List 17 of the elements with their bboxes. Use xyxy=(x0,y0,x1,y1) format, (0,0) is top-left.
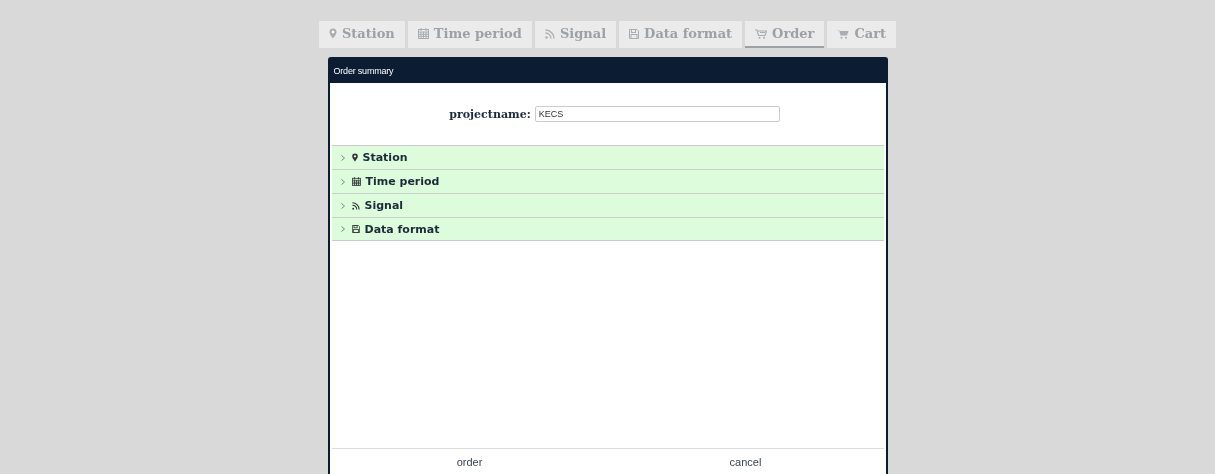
calendar-icon xyxy=(351,177,361,186)
cart-icon xyxy=(755,28,768,39)
dialog-title: Order summary xyxy=(333,66,394,76)
input-field[interactable]: KECS xyxy=(534,106,780,122)
footer-button[interactable]: cancel xyxy=(607,449,884,474)
rss-icon xyxy=(544,28,555,39)
footer-button[interactable]: order xyxy=(331,449,608,474)
accordion-header[interactable]: Signal xyxy=(331,193,884,217)
map-pin-icon xyxy=(328,28,337,39)
accordion-header[interactable]: Time period xyxy=(331,169,884,193)
accordion-header[interactable]: Data format xyxy=(331,217,884,241)
map-pin-icon xyxy=(351,153,358,162)
calendar-icon xyxy=(417,28,429,39)
field-label: projectname: xyxy=(449,107,531,121)
accordion-header[interactable]: Station xyxy=(331,145,884,169)
rss-icon xyxy=(351,201,360,210)
cart-icon xyxy=(837,28,850,39)
